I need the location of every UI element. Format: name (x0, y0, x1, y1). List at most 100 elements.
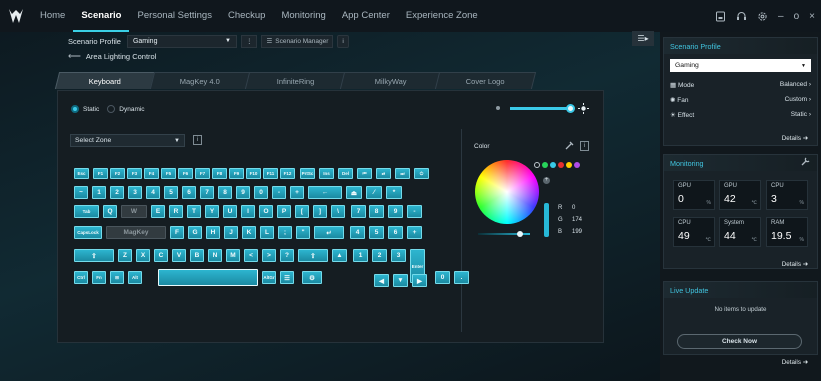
key-r3-14[interactable]: 7 (351, 205, 366, 218)
swatch-purple[interactable] (574, 162, 580, 168)
key-r6-11[interactable]: . (454, 271, 469, 284)
key-r2-9[interactable]: 9 (236, 186, 250, 199)
key-r4-8[interactable]: ; (278, 226, 292, 239)
key-r2-3[interactable]: 3 (128, 186, 142, 199)
tab-cover-logo[interactable]: Cover Logo (434, 72, 537, 89)
key-r2-7[interactable]: 7 (200, 186, 214, 199)
key-r2-12[interactable]: + (290, 186, 304, 199)
key-r5-13[interactable]: 1 (353, 249, 368, 262)
key-r3-8[interactable]: I (241, 205, 255, 218)
key-r4-7[interactable]: L (260, 226, 274, 239)
key-r4-9[interactable]: " (296, 226, 310, 239)
key-r2-15[interactable]: ⁄ (366, 186, 382, 199)
key-r4-13[interactable]: 6 (388, 226, 403, 239)
zone-info-icon[interactable]: i (193, 135, 202, 145)
key-r1-19[interactable]: ⏻ (414, 168, 429, 179)
key-r6-7[interactable]: ◀ (374, 274, 389, 287)
key-r1-15[interactable]: Del (338, 168, 353, 179)
b-value[interactable]: 199 (572, 229, 582, 235)
key-r2-2[interactable]: 2 (110, 186, 124, 199)
brightness-slider-handle[interactable] (566, 104, 575, 113)
color-wheel[interactable] (475, 160, 539, 224)
key-r4-0[interactable]: CapsLock (74, 226, 102, 239)
key-r3-16[interactable]: 9 (388, 205, 403, 218)
key-r4-4[interactable]: H (206, 226, 220, 239)
key-r2-13[interactable]: ← (308, 186, 342, 199)
key-r5-2[interactable]: X (136, 249, 150, 262)
nav-monitoring[interactable]: Monitoring (273, 0, 333, 32)
key-r3-13[interactable]: \ (331, 205, 345, 218)
close-button[interactable]: × (809, 11, 815, 22)
key-r5-8[interactable]: < (244, 249, 258, 262)
no-color-icon[interactable] (534, 162, 540, 168)
key-r3-1[interactable]: Q (103, 205, 117, 218)
zone-select-dropdown[interactable]: Select Zone ▼ (70, 134, 185, 147)
key-r2-11[interactable]: - (272, 186, 286, 199)
swatch-yellow[interactable] (566, 162, 572, 168)
swatch-cyan[interactable] (550, 162, 556, 168)
scenario-manager-button[interactable]: ☰ Scenario Manager (261, 34, 334, 48)
key-r1-9[interactable]: F9 (229, 168, 244, 179)
r-value[interactable]: 0 (572, 205, 575, 211)
key-r3-6[interactable]: Y (205, 205, 219, 218)
key-r3-15[interactable]: 8 (369, 205, 384, 218)
key-r5-10[interactable]: ? (280, 249, 294, 262)
effect-row[interactable]: ☀ Effect Static › (664, 107, 817, 122)
key-r4-12[interactable]: 5 (369, 226, 384, 239)
key-r3-9[interactable]: O (259, 205, 273, 218)
key-r6-0[interactable]: Ctrl (74, 271, 88, 284)
key-r1-16[interactable]: ⏮ (357, 168, 372, 179)
key-r4-10[interactable]: ↵ (314, 226, 344, 239)
key-r1-6[interactable]: F6 (178, 168, 193, 179)
key-r1-2[interactable]: F2 (110, 168, 125, 179)
key-r3-4[interactable]: R (169, 205, 183, 218)
key-r5-9[interactable]: > (262, 249, 276, 262)
tab-magkey[interactable]: MagKey 4.0 (149, 72, 252, 89)
wrench-icon[interactable] (801, 157, 810, 166)
tab-milkyway[interactable]: MilkyWay (339, 72, 442, 89)
key-r1-0[interactable]: Esc (74, 168, 89, 179)
nav-scenario[interactable]: Scenario (73, 0, 130, 32)
key-r5-1[interactable]: Z (118, 249, 132, 262)
swatch-green[interactable] (542, 162, 548, 168)
dynamic-radio[interactable] (107, 105, 116, 113)
key-r4-2[interactable]: F (170, 226, 184, 239)
key-r4-1[interactable]: MagKey (106, 226, 166, 239)
key-r5-12[interactable]: ▲ (332, 249, 347, 262)
save-icon[interactable] (715, 11, 726, 22)
key-r5-0[interactable]: ⇧ (74, 249, 114, 262)
tab-infinitering[interactable]: InfiniteRing (244, 72, 347, 89)
more-options-button[interactable]: ⋮ (240, 34, 258, 48)
key-r1-1[interactable]: F1 (93, 168, 108, 179)
g-value[interactable]: 174 (572, 217, 582, 223)
key-r5-14[interactable]: 2 (372, 249, 387, 262)
key-r1-8[interactable]: F8 (212, 168, 227, 179)
mode-row[interactable]: ▦ Mode Balanced › (664, 77, 817, 92)
minimize-button[interactable]: – (778, 11, 784, 22)
key-r3-3[interactable]: E (151, 205, 165, 218)
sidebar-profile-dropdown[interactable]: Gaming ▼ (670, 59, 811, 72)
key-r5-6[interactable]: N (208, 249, 222, 262)
support-icon[interactable] (736, 11, 747, 22)
sidebar-toggle-icon[interactable]: ☰▸ (632, 31, 654, 46)
key-r1-7[interactable]: F7 (195, 168, 210, 179)
key-r3-12[interactable]: ] (313, 205, 327, 218)
key-r3-5[interactable]: T (187, 205, 201, 218)
check-now-button[interactable]: Check Now (677, 334, 802, 349)
key-r3-10[interactable]: P (277, 205, 291, 218)
nav-checkup[interactable]: Checkup (220, 0, 274, 32)
tab-keyboard[interactable]: Keyboard (54, 72, 157, 89)
key-r1-18[interactable]: ⏭ (395, 168, 410, 179)
key-r2-10[interactable]: 0 (254, 186, 268, 199)
nav-personal-settings[interactable]: Personal Settings (129, 0, 219, 32)
key-r6-10[interactable]: 0 (435, 271, 450, 284)
key-r2-0[interactable]: ~ (74, 186, 88, 199)
swatch-red[interactable] (558, 162, 564, 168)
profile-details-link[interactable]: Details ➜ (782, 135, 808, 142)
key-r5-15[interactable]: 3 (391, 249, 406, 262)
nav-experience-zone[interactable]: Experience Zone (398, 0, 486, 32)
back-button[interactable]: ⟵ Area Lighting Control (68, 51, 156, 62)
key-r6-6[interactable]: ⚙ (302, 271, 322, 284)
key-r1-11[interactable]: F11 (263, 168, 278, 179)
key-r1-3[interactable]: F3 (127, 168, 142, 179)
